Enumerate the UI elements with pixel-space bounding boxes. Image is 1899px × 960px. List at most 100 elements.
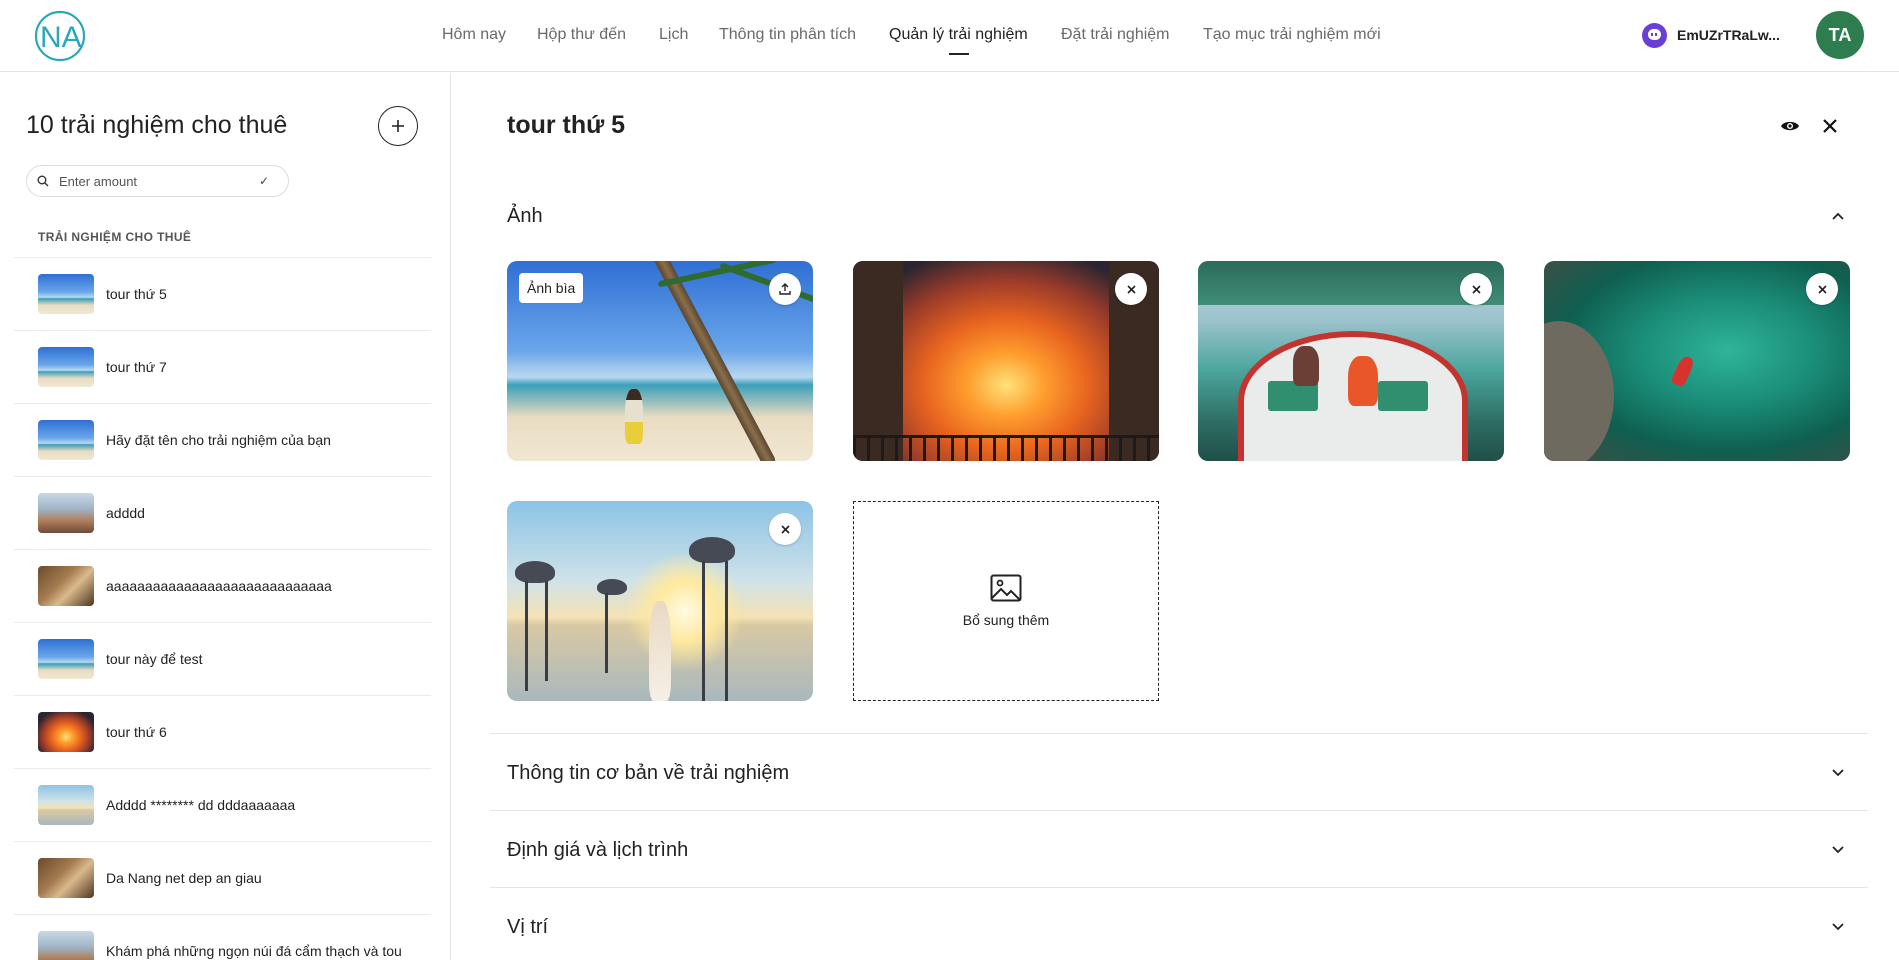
- elephant-leg: [702, 561, 705, 701]
- elephant-leg: [605, 593, 608, 673]
- host-name: EmUZrTRaLw...: [1677, 27, 1780, 43]
- set-cover-button[interactable]: [769, 273, 801, 305]
- chevron-up-icon: [1832, 212, 1844, 220]
- nav-today[interactable]: Hôm nay: [442, 26, 506, 44]
- main-nav: Hôm nay Hộp thư đến Lịch Thông tin phân …: [0, 0, 1899, 72]
- experience-thumbnail: [38, 931, 94, 960]
- preview-button[interactable]: [1774, 110, 1806, 142]
- nav-book-experiences[interactable]: Đặt trải nghiệm: [1061, 26, 1170, 44]
- close-button[interactable]: [1814, 110, 1846, 142]
- nav-create-experience[interactable]: Tạo mục trải nghiệm mới: [1203, 26, 1381, 44]
- close-icon: [1126, 284, 1136, 294]
- list-item[interactable]: tour này để test: [14, 622, 431, 695]
- boat-seat: [1378, 381, 1428, 411]
- search-icon: [37, 175, 49, 187]
- nav-insights[interactable]: Thông tin phân tích: [719, 26, 856, 44]
- photo-card[interactable]: [507, 501, 813, 701]
- experience-sidebar: 10 trải nghiệm cho thuê ✓ TRẢI NGHIỆM CH…: [0, 73, 451, 960]
- elephant-sculpture: [689, 537, 735, 563]
- section-pricing-schedule[interactable]: Định giá và lịch trình: [507, 839, 688, 862]
- photo-card[interactable]: [853, 261, 1159, 461]
- elephant-leg: [525, 581, 528, 691]
- experience-title: tour thứ 6: [106, 724, 167, 740]
- elephant-sculpture: [597, 579, 627, 595]
- section-divider: [490, 810, 1868, 811]
- photo-card[interactable]: Ảnh bìa: [507, 261, 813, 461]
- list-item[interactable]: adddd: [14, 476, 431, 549]
- cover-photo-badge: Ảnh bìa: [519, 273, 584, 303]
- eye-icon: [1781, 121, 1799, 131]
- close-icon: [1817, 284, 1827, 294]
- list-item[interactable]: Hãy đặt tên cho trải nghiệm của bạn: [14, 403, 431, 476]
- nav-inbox[interactable]: Hộp thư đến: [537, 26, 626, 44]
- elephant-sculpture: [515, 561, 555, 583]
- user-avatar[interactable]: TA: [1816, 11, 1864, 59]
- close-icon: [780, 524, 790, 534]
- experience-thumbnail: [38, 785, 94, 825]
- experience-title: Khám phá những ngọn núi đá cẩm thạch và …: [106, 943, 402, 959]
- section-label: TRẢI NGHIỆM CHO THUÊ: [38, 230, 192, 244]
- image-icon: [990, 574, 1022, 602]
- logo[interactable]: NA: [34, 10, 98, 62]
- list-item[interactable]: Adddd ******** dd dddaaaaaaa: [14, 768, 431, 841]
- active-nav-indicator: [949, 53, 969, 55]
- experience-title: tour thứ 5: [106, 286, 167, 302]
- section-divider: [490, 887, 1868, 888]
- host-account[interactable]: EmUZrTRaLw...: [1642, 20, 1780, 50]
- chevron-down-icon: [1832, 769, 1844, 777]
- close-icon: [1471, 284, 1481, 294]
- rock: [1544, 321, 1614, 461]
- sidebar-title: 10 trải nghiệm cho thuê: [26, 111, 288, 139]
- swimmer-figure: [1670, 354, 1696, 388]
- experience-title: adddd: [106, 505, 145, 521]
- photo-card[interactable]: [1544, 261, 1850, 461]
- photo-card[interactable]: [1198, 261, 1504, 461]
- list-item[interactable]: Khám phá những ngọn núi đá cẩm thạch và …: [14, 914, 431, 960]
- remove-photo-button[interactable]: [1460, 273, 1492, 305]
- list-item[interactable]: tour thứ 6: [14, 695, 431, 768]
- list-item[interactable]: tour thứ 7: [14, 330, 431, 403]
- expand-location-button[interactable]: [1828, 917, 1848, 937]
- boat-canopy: [1198, 261, 1504, 305]
- person-figure: [649, 601, 671, 701]
- close-icon: [1823, 119, 1837, 133]
- search-box[interactable]: ✓: [26, 165, 289, 197]
- add-photo-button[interactable]: Bổ sung thêm: [853, 501, 1159, 701]
- experience-thumbnail: [38, 493, 94, 533]
- experience-list: tour thứ 5 tour thứ 7 Hãy đặt tên cho tr…: [14, 257, 431, 960]
- elephant-leg: [725, 561, 728, 701]
- remove-photo-button[interactable]: [769, 513, 801, 545]
- section-basic-info[interactable]: Thông tin cơ bản về trải nghiệm: [507, 762, 789, 785]
- experience-thumbnail: [38, 274, 94, 314]
- experience-thumbnail: [38, 566, 94, 606]
- experience-thumbnail: [38, 639, 94, 679]
- list-item[interactable]: Da Nang net dep an giau: [14, 841, 431, 914]
- nav-manage-experiences[interactable]: Quản lý trải nghiệm: [889, 26, 1028, 44]
- nav-calendar[interactable]: Lịch: [659, 26, 688, 44]
- page-title: tour thứ 5: [507, 111, 626, 139]
- person-figure: [1293, 346, 1319, 386]
- experience-thumbnail: [38, 858, 94, 898]
- experience-title: tour thứ 7: [106, 359, 167, 375]
- experience-title: aaaaaaaaaaaaaaaaaaaaaaaaaaaaa: [106, 578, 332, 594]
- list-item[interactable]: aaaaaaaaaaaaaaaaaaaaaaaaaaaaa: [14, 549, 431, 622]
- chevron-down-icon: [1832, 846, 1844, 854]
- experience-thumbnail: [38, 347, 94, 387]
- search-input[interactable]: [59, 173, 259, 189]
- remove-photo-button[interactable]: [1806, 273, 1838, 305]
- experience-thumbnail: [38, 712, 94, 752]
- experience-title: Hãy đặt tên cho trải nghiệm của bạn: [106, 432, 331, 448]
- collapse-photos-button[interactable]: [1828, 206, 1848, 226]
- list-item[interactable]: tour thứ 5: [14, 257, 431, 330]
- section-divider: [490, 733, 1868, 734]
- chat-bot-icon: [1642, 22, 1667, 48]
- expand-pricing-button[interactable]: [1828, 840, 1848, 860]
- railing: [853, 435, 1159, 461]
- experience-title: Adddd ******** dd dddaaaaaaa: [106, 797, 296, 813]
- expand-basic-info-button[interactable]: [1828, 763, 1848, 783]
- remove-photo-button[interactable]: [1115, 273, 1147, 305]
- check-icon[interactable]: ✓: [259, 174, 269, 188]
- section-location[interactable]: Vị trí: [507, 916, 548, 939]
- add-more-label: Bổ sung thêm: [962, 612, 1050, 628]
- add-experience-button[interactable]: [378, 106, 418, 146]
